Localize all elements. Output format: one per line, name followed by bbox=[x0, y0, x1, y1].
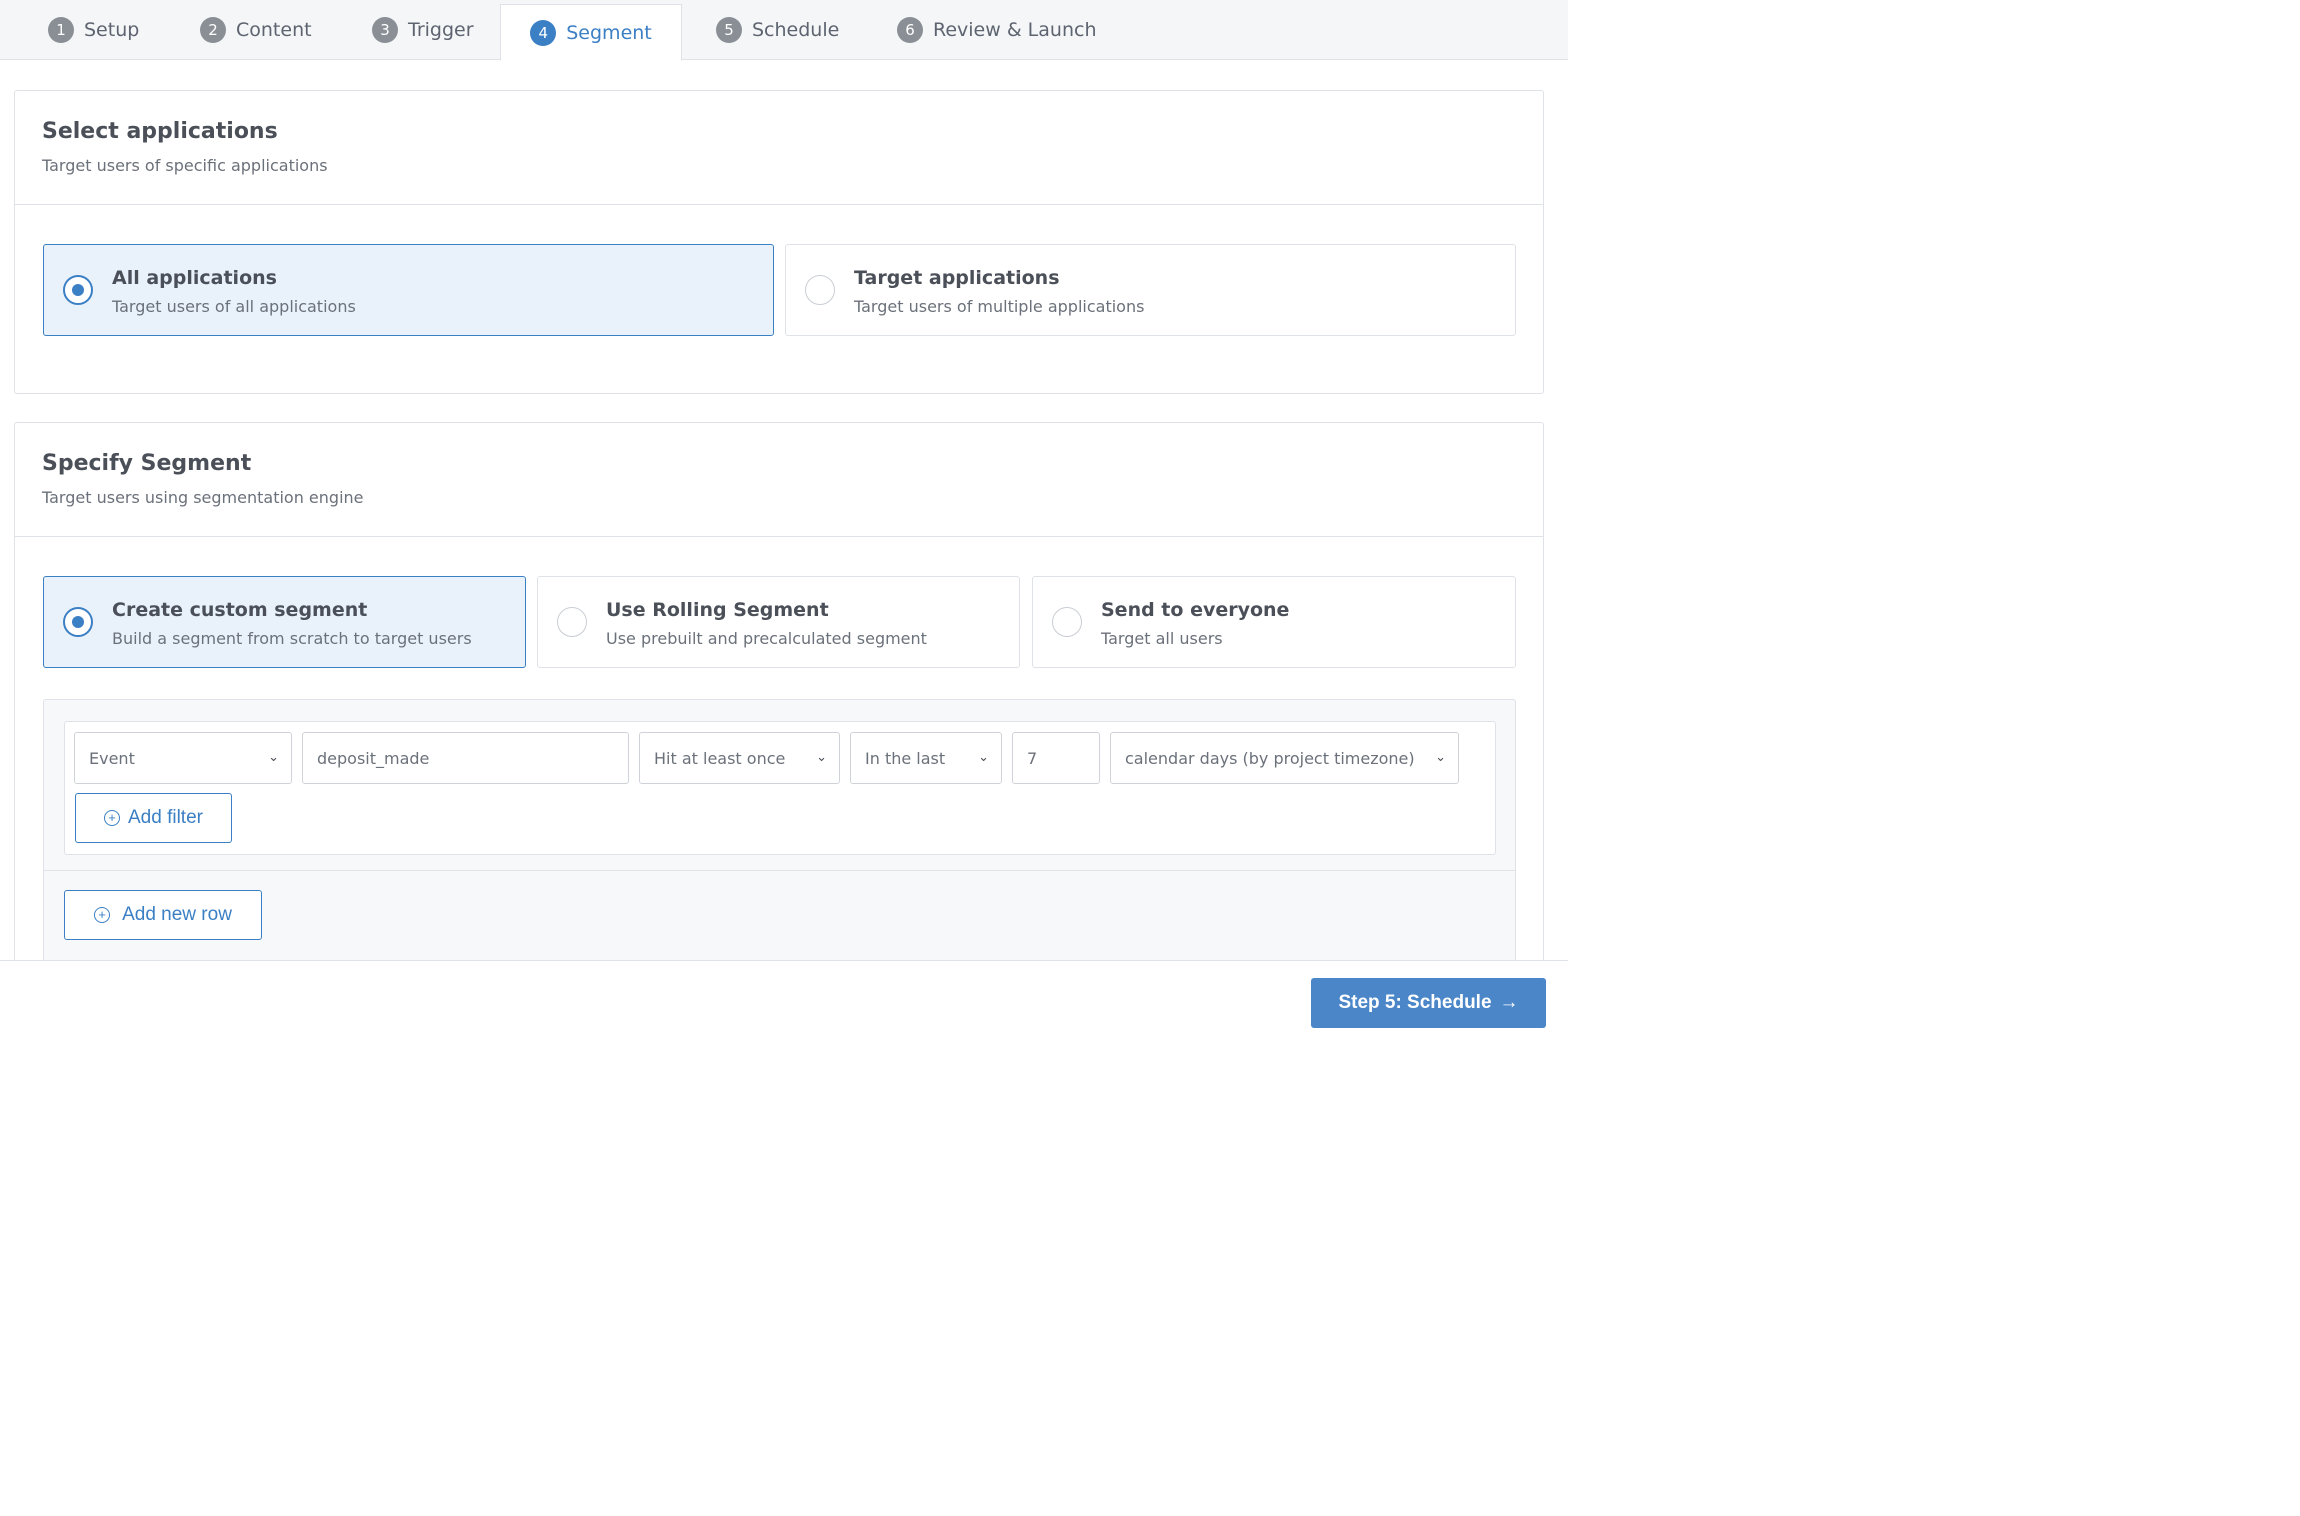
option-title: All applications bbox=[112, 267, 277, 289]
tab-content[interactable]: 2 Content bbox=[200, 0, 312, 60]
tab-label: Segment bbox=[566, 21, 652, 44]
step-number: 1 bbox=[48, 17, 74, 43]
frequency-select[interactable]: Hit at least once ⌄ bbox=[639, 732, 840, 784]
section-title: Specify Segment bbox=[42, 451, 252, 476]
section-title: Select applications bbox=[42, 119, 278, 144]
option-subtitle: Target users of multiple applications bbox=[854, 297, 1145, 316]
step-number: 3 bbox=[372, 17, 398, 43]
filter-row: Event ⌄ deposit_made Hit at least once ⌄… bbox=[64, 721, 1496, 855]
radio-button[interactable] bbox=[63, 607, 93, 637]
radio-button[interactable] bbox=[557, 607, 587, 637]
option-title: Target applications bbox=[854, 267, 1060, 289]
tab-segment[interactable]: 4 Segment bbox=[500, 4, 682, 61]
input-value: deposit_made bbox=[317, 748, 430, 768]
plus-circle-icon: + bbox=[94, 907, 111, 923]
chevron-down-icon: ⌄ bbox=[816, 750, 827, 765]
tab-label: Setup bbox=[84, 19, 140, 41]
option-subtitle: Target users of all applications bbox=[112, 297, 356, 316]
option-create-custom-segment[interactable]: Create custom segment Build a segment fr… bbox=[43, 576, 526, 668]
option-subtitle: Target all users bbox=[1101, 629, 1223, 648]
applications-card: Select applications Target users of spec… bbox=[14, 90, 1544, 394]
option-use-rolling-segment[interactable]: Use Rolling Segment Use prebuilt and pre… bbox=[537, 576, 1020, 668]
segment-card: Specify Segment Target users using segme… bbox=[14, 422, 1544, 982]
next-step-button[interactable]: Step 5: Schedule → bbox=[1311, 978, 1546, 1028]
radio-button[interactable] bbox=[1052, 607, 1082, 637]
radio-button[interactable] bbox=[63, 275, 93, 305]
tab-review-launch[interactable]: 6 Review & Launch bbox=[897, 0, 1097, 60]
time-unit-select[interactable]: calendar days (by project timezone) ⌄ bbox=[1110, 732, 1459, 784]
step-number: 6 bbox=[897, 17, 923, 43]
tab-label: Trigger bbox=[408, 19, 474, 41]
event-name-input[interactable]: deposit_made bbox=[302, 732, 629, 784]
option-target-applications[interactable]: Target applications Target users of mult… bbox=[785, 244, 1516, 336]
select-value: Hit at least once bbox=[654, 748, 786, 768]
button-label: Add filter bbox=[128, 807, 203, 828]
time-window-select[interactable]: In the last ⌄ bbox=[850, 732, 1002, 784]
option-title: Use Rolling Segment bbox=[606, 599, 829, 621]
option-send-to-everyone[interactable]: Send to everyone Target all users bbox=[1032, 576, 1516, 668]
option-title: Create custom segment bbox=[112, 599, 368, 621]
add-filter-button[interactable]: + Add filter bbox=[75, 793, 232, 843]
tab-label: Schedule bbox=[752, 19, 840, 41]
select-value: Event bbox=[89, 748, 135, 768]
option-subtitle: Build a segment from scratch to target u… bbox=[112, 629, 472, 648]
plus-circle-icon: + bbox=[104, 810, 120, 826]
builder-footer: + Add new row bbox=[44, 870, 1515, 963]
tab-trigger[interactable]: 3 Trigger bbox=[372, 0, 474, 60]
select-value: calendar days (by project timezone) bbox=[1125, 748, 1415, 768]
wizard-footer: Step 5: Schedule → bbox=[0, 960, 1568, 1034]
section-subtitle: Target users of specific applications bbox=[42, 156, 328, 175]
step-number: 5 bbox=[716, 17, 742, 43]
option-title: Send to everyone bbox=[1101, 599, 1290, 621]
condition-type-select[interactable]: Event ⌄ bbox=[74, 732, 292, 784]
select-value: In the last bbox=[865, 748, 946, 768]
chevron-down-icon: ⌄ bbox=[978, 750, 989, 765]
step-number: 2 bbox=[200, 17, 226, 43]
option-subtitle: Use prebuilt and precalculated segment bbox=[606, 629, 927, 648]
tab-setup[interactable]: 1 Setup bbox=[48, 0, 139, 60]
segment-builder: Event ⌄ deposit_made Hit at least once ⌄… bbox=[43, 699, 1516, 963]
wizard-tabs: 1 Setup 2 Content 3 Trigger 4 Segment 5 … bbox=[0, 0, 1568, 61]
step-number: 4 bbox=[530, 19, 557, 46]
button-label: Add new row bbox=[122, 904, 232, 925]
option-all-applications[interactable]: All applications Target users of all app… bbox=[43, 244, 774, 336]
button-label: Step 5: Schedule bbox=[1338, 992, 1492, 1013]
arrow-right-icon: → bbox=[1499, 992, 1519, 1013]
tab-label: Review & Launch bbox=[933, 19, 1097, 41]
applications-card-header: Select applications Target users of spec… bbox=[15, 91, 1543, 205]
section-subtitle: Target users using segmentation engine bbox=[42, 488, 364, 507]
time-count-input[interactable]: 7 bbox=[1012, 732, 1100, 784]
tab-label: Content bbox=[236, 19, 312, 41]
tab-schedule[interactable]: 5 Schedule bbox=[716, 0, 839, 60]
segment-card-header: Specify Segment Target users using segme… bbox=[15, 423, 1543, 537]
add-new-row-button[interactable]: + Add new row bbox=[64, 890, 262, 940]
input-value: 7 bbox=[1027, 748, 1038, 768]
radio-button[interactable] bbox=[805, 275, 835, 305]
chevron-down-icon: ⌄ bbox=[268, 750, 279, 765]
chevron-down-icon: ⌄ bbox=[1435, 750, 1446, 765]
